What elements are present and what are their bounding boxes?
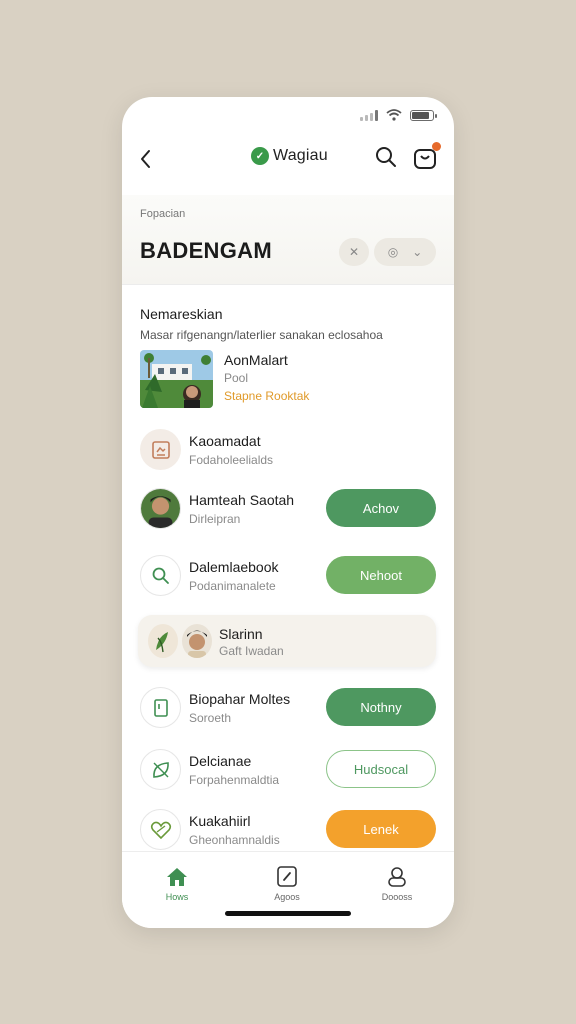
notification-badge bbox=[432, 142, 441, 151]
tab-explore[interactable]: Agoos bbox=[257, 866, 317, 902]
page-title: BADENGAM bbox=[140, 238, 272, 263]
section-title: Nemareskian bbox=[140, 306, 223, 322]
list-item[interactable]: Biopahar Moltes Soroeth Nothny bbox=[140, 686, 436, 730]
list-item-subtitle: Podanimanalete bbox=[189, 579, 276, 593]
close-icon: ✕ bbox=[348, 245, 360, 259]
featured-link[interactable]: Stapne Rooktak bbox=[224, 389, 309, 403]
status-bar bbox=[360, 109, 437, 121]
list-item-subtitle: Gheonhamnaldis bbox=[189, 833, 280, 847]
target-icon: ◎ bbox=[387, 245, 399, 259]
list-item[interactable]: Kuakahiirl Gheonhamnaldis Lenek bbox=[140, 808, 436, 852]
tab-label: Hows bbox=[165, 892, 189, 902]
list-item-title: Kuakahiirl bbox=[189, 813, 251, 829]
list-item-title: Hamteah Saotah bbox=[189, 492, 295, 508]
list-item-subtitle: Soroeth bbox=[189, 711, 232, 725]
featured-meta: Pool bbox=[224, 371, 249, 385]
list-item[interactable]: Dalemlaebook Podanimanalete Nehoot bbox=[140, 554, 436, 598]
cart-button[interactable] bbox=[412, 142, 441, 171]
tab-home[interactable]: Hows bbox=[147, 866, 207, 902]
list-item-title: Kaoamadat bbox=[189, 433, 261, 449]
bookmark-icon bbox=[140, 687, 181, 728]
compass-icon bbox=[277, 866, 297, 887]
top-nav: ✓ Wagiau bbox=[122, 142, 454, 173]
document-icon bbox=[140, 429, 181, 470]
search-icon bbox=[140, 555, 181, 596]
action-button[interactable]: Lenek bbox=[326, 810, 436, 848]
list-item-subtitle: Dirleipran bbox=[189, 512, 241, 526]
heart-icon bbox=[140, 809, 181, 850]
featured-title: AonMalart bbox=[224, 352, 288, 368]
profile-icon bbox=[388, 867, 406, 887]
back-icon[interactable] bbox=[136, 147, 156, 171]
featured-item[interactable]: AonMalart Pool Stapne Rooktak bbox=[140, 350, 440, 408]
chevron-down-icon: ⌄ bbox=[412, 245, 423, 259]
tab-profile[interactable]: Doooss bbox=[367, 866, 427, 902]
search-icon[interactable] bbox=[374, 145, 398, 169]
home-icon bbox=[167, 868, 187, 886]
bottom-tab-bar: Hows Agoos Doooss bbox=[122, 851, 454, 928]
list-item-subtitle: Forpahenmaldtia bbox=[189, 773, 280, 787]
brand-name: Wagiau bbox=[273, 147, 328, 164]
filter-chip-options[interactable]: ◎ ⌄ bbox=[374, 238, 436, 266]
plant-icon bbox=[148, 624, 178, 658]
hero-small-label: Fopacian bbox=[140, 208, 186, 220]
hero-banner: Fopacian BADENGAM ✕ ◎ ⌄ bbox=[122, 195, 454, 285]
action-button[interactable]: Nehoot bbox=[326, 556, 436, 594]
list-item[interactable]: Delcianae Forpahenmaldtia Hudsocal bbox=[140, 748, 436, 792]
action-button[interactable]: Nothny bbox=[326, 688, 436, 726]
list-item-subtitle: Fodaholeelialds bbox=[189, 453, 274, 467]
filter-chip-close[interactable]: ✕ bbox=[339, 238, 369, 266]
brand-logo-icon: ✓ bbox=[251, 147, 269, 165]
highlighted-subtitle: Gaft Iwadan bbox=[219, 644, 284, 658]
avatar bbox=[182, 624, 212, 658]
section-subtitle: Masar rifgenangn/laterlier sanakan eclos… bbox=[140, 328, 383, 342]
action-button[interactable]: Hudsocal bbox=[326, 750, 436, 788]
list-item[interactable]: Hamteah Saotah Dirleipran Achov bbox=[140, 487, 436, 531]
highlighted-item[interactable]: Slarinn Gaft Iwadan bbox=[138, 615, 436, 667]
avatar bbox=[140, 488, 181, 529]
phone-frame: ✓ Wagiau Fopacian BADENGAM ✕ ◎ ⌄ Nemares… bbox=[122, 97, 454, 928]
battery-icon bbox=[410, 109, 437, 121]
action-button[interactable]: Achov bbox=[326, 489, 436, 527]
list-item-title: Delcianae bbox=[189, 753, 252, 769]
tab-label: Doooss bbox=[381, 892, 413, 902]
wifi-icon bbox=[386, 109, 402, 121]
leaf-icon bbox=[140, 749, 181, 790]
list-item-title: Dalemlaebook bbox=[189, 559, 279, 575]
highlighted-title: Slarinn bbox=[219, 626, 263, 642]
tab-label: Agoos bbox=[274, 892, 300, 902]
signal-icon bbox=[360, 109, 378, 121]
home-indicator bbox=[225, 911, 351, 916]
featured-photo bbox=[140, 350, 213, 408]
brand: ✓ Wagiau bbox=[251, 147, 328, 165]
list-item[interactable]: Kaoamadat Fodaholeelialds bbox=[140, 428, 436, 472]
list-item-title: Biopahar Moltes bbox=[189, 691, 291, 707]
